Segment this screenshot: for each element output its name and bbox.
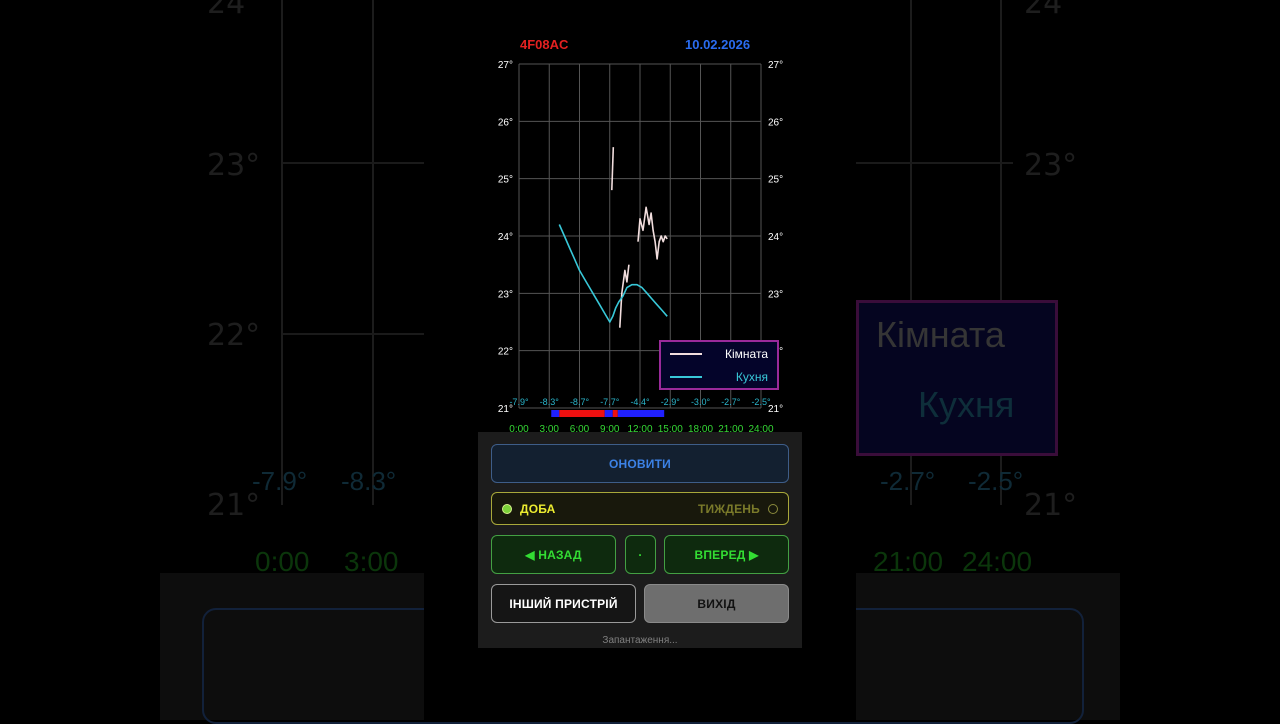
status-text: Запантаження... bbox=[602, 635, 678, 646]
temperature-chart: 21°22°23°24°25°26°27°21°22°23°24°25°26°2… bbox=[498, 60, 783, 435]
activity-segment bbox=[612, 410, 618, 417]
other-device-button[interactable]: ІНШИЙ ПРИСТРІЙ bbox=[491, 584, 636, 623]
radio-selected-icon bbox=[502, 503, 512, 514]
bg-y-label: 24° bbox=[207, 0, 261, 21]
bg-gridline bbox=[910, 0, 912, 505]
y-tick-label-right: 25° bbox=[768, 175, 783, 186]
outdoor-temp-label: -2.5° bbox=[751, 397, 771, 407]
bg-time-label: 0:00 bbox=[255, 546, 310, 577]
y-tick-label-left: 23° bbox=[498, 289, 513, 300]
bg-y-label: 21° bbox=[1024, 488, 1078, 523]
bg-time-label: 24:00 bbox=[962, 546, 1033, 577]
app-screen: 4F08AC 10.02.2026 21° 22° 23° 24° 25° 26° 27° 2… bbox=[424, 0, 856, 720]
series-line-room bbox=[619, 264, 630, 328]
y-tick-label-right: 24° bbox=[768, 232, 783, 243]
series-line-room bbox=[637, 206, 668, 260]
radio-unselected-icon bbox=[768, 503, 778, 514]
bg-time-label: 21:00 bbox=[873, 546, 944, 577]
activity-segment bbox=[604, 410, 613, 417]
y-tick-label-left: 22° bbox=[498, 347, 513, 358]
period-week-label: ТИЖДЕНЬ bbox=[697, 501, 760, 516]
period-week-option[interactable]: ТИЖДЕНЬ bbox=[698, 501, 778, 516]
today-button[interactable]: · bbox=[625, 535, 656, 574]
bg-offset-label: -7.9° bbox=[252, 466, 308, 496]
back-button[interactable]: ◀ НАЗАД bbox=[491, 535, 616, 574]
bg-y-label: 22° bbox=[207, 318, 261, 353]
y-tick-label-left: 24° bbox=[498, 232, 513, 243]
outdoor-temp-label: -3.0° bbox=[691, 397, 711, 407]
bg-legend-label: Кухня bbox=[918, 384, 1015, 425]
activity-segment bbox=[559, 410, 605, 417]
legend-label: Кімната bbox=[725, 347, 768, 361]
bg-legend-label: Кімната bbox=[876, 314, 1005, 355]
bg-legend bbox=[856, 300, 1058, 456]
bg-y-label: 23° bbox=[1024, 148, 1078, 183]
refresh-button[interactable]: ОНОВИТИ bbox=[491, 444, 789, 483]
bg-y-label: 21° bbox=[207, 488, 261, 523]
bg-offset-label: -2.5° bbox=[968, 466, 1024, 496]
outdoor-temp-label: -8.3° bbox=[540, 397, 560, 407]
outdoor-temp-label: -2.9° bbox=[661, 397, 681, 407]
y-tick-label-left: 25° bbox=[498, 175, 513, 186]
series-line-room bbox=[611, 147, 615, 191]
series-line-kitchen bbox=[558, 224, 668, 323]
y-tick-label-left: 26° bbox=[498, 117, 513, 128]
bg-time-label: 3:00 bbox=[344, 546, 399, 577]
y-tick-label-left: 27° bbox=[498, 60, 513, 71]
bg-gridline bbox=[372, 0, 374, 505]
bg-offset-label: -2.7° bbox=[880, 466, 936, 496]
outdoor-temp-label: -4.4° bbox=[630, 397, 650, 407]
outdoor-temp-label: -7.9° bbox=[509, 397, 529, 407]
period-selector: ДОБА ТИЖДЕНЬ bbox=[491, 492, 789, 525]
outdoor-temp-label: -7.7° bbox=[600, 397, 620, 407]
activity-segment bbox=[617, 410, 665, 417]
exit-button[interactable]: ВИХІД bbox=[644, 584, 789, 623]
bg-offset-label: -8.3° bbox=[341, 466, 397, 496]
outdoor-temp-label: -2.7° bbox=[721, 397, 741, 407]
control-panel: ОНОВИТИ ДОБА ТИЖДЕНЬ ◀ НАЗАД · ВПЕРЕД ▶ … bbox=[478, 432, 802, 648]
outdoor-temp-label: -8.7° bbox=[570, 397, 590, 407]
period-day-label: ДОБА bbox=[520, 501, 556, 516]
period-day-option[interactable]: ДОБА bbox=[502, 501, 556, 516]
legend-label: Кухня bbox=[736, 370, 768, 384]
forward-button[interactable]: ВПЕРЕД ▶ bbox=[664, 535, 789, 574]
bg-gridline bbox=[1000, 0, 1002, 505]
y-tick-label-right: 27° bbox=[768, 60, 783, 71]
bg-y-label: 24° bbox=[1024, 0, 1078, 21]
activity-segment bbox=[551, 410, 560, 417]
bg-y-label: 23° bbox=[207, 148, 261, 183]
bg-gridline bbox=[281, 0, 283, 505]
y-tick-label-right: 23° bbox=[768, 289, 783, 300]
y-tick-label-right: 26° bbox=[768, 117, 783, 128]
